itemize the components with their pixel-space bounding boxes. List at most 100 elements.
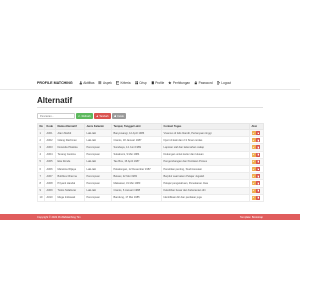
cell-nama: Tiolos Sidabutar: [55, 186, 85, 195]
nav-item-alternatif[interactable]: Aktifitas: [79, 81, 94, 85]
table-row[interactable]: 9 A009 Tiolos Sidabutar Laki-laki Ciamis, 6 …: [37, 186, 264, 195]
cell-aksi: [249, 164, 264, 174]
cell-nama: Alam Mahdi: [55, 128, 85, 138]
cell-nama: Gilang Rachman: [55, 136, 85, 145]
print-icon: [113, 114, 116, 117]
edit-button[interactable]: [251, 152, 256, 157]
table-row[interactable]: 7 A007 Bubbles Dharma Perempuan Bekasi, 22 M…: [37, 172, 264, 181]
nav-label-profile: Profile: [155, 81, 165, 85]
row-actions: [251, 167, 262, 172]
edit-button[interactable]: [251, 188, 256, 193]
nav-item-kriteria[interactable]: Kriteria: [115, 81, 131, 85]
edit-button[interactable]: [251, 181, 256, 186]
cell-ttl: Sukabumi, 9 Mei 1984: [111, 150, 162, 159]
delete-button[interactable]: [256, 145, 261, 150]
refresh-button[interactable]: Refresh: [76, 113, 93, 119]
lock-icon: [194, 81, 197, 85]
edit-button[interactable]: [251, 174, 256, 179]
plus-icon: [95, 114, 99, 118]
cell-contact: Penelitian penting, Studi Asosiasi: [161, 164, 250, 174]
edit-button[interactable]: [251, 138, 256, 143]
nav-item-crisp[interactable]: Crisp: [134, 81, 147, 85]
cell-nama: Dewinda Pitaloka: [55, 143, 85, 152]
cell-jenis-kelamin: Laki-laki: [84, 128, 112, 138]
search-input[interactable]: [37, 113, 75, 119]
edit-button[interactable]: [251, 145, 256, 150]
refresh-icon: [78, 114, 81, 117]
delete-button[interactable]: [256, 152, 261, 157]
table-row[interactable]: 4 A004 Tenang Gustina Perempuan Sukabumi, 9 …: [37, 150, 264, 159]
nav-label-perhitungan: Perhitungan: [172, 81, 191, 85]
nav-item-aspek[interactable]: Aspek: [98, 81, 112, 85]
delete-button[interactable]: [256, 138, 261, 143]
nav-label-kriteria: Kriteria: [120, 81, 131, 85]
edit-button[interactable]: [251, 159, 256, 164]
table-row[interactable]: 1 A001 Alam Mahdi Laki-laki Banyuwangi, 12 A…: [37, 128, 264, 138]
delete-button[interactable]: [256, 188, 261, 193]
table-row[interactable]: 5 A005 Eka Ronde Laki-laki Tae Bos, 15 April…: [37, 157, 264, 166]
edit-button[interactable]: [251, 167, 256, 172]
pencil-icon: [252, 153, 255, 156]
row-actions: [251, 188, 262, 193]
table-row[interactable]: 6 A006 Maretina Wijaya Laki-laki Pekalongan,…: [37, 164, 264, 174]
nav-item-profile[interactable]: Profile: [151, 81, 165, 85]
cell-ttl: Surabaya, 14 Juni 1989: [111, 143, 162, 152]
cell-jenis-kelamin: Laki-laki: [84, 164, 112, 174]
add-label: Tambah: [99, 114, 109, 118]
grid-icon: [134, 81, 138, 85]
delete-button[interactable]: [256, 195, 261, 200]
cell-kode: A009: [44, 186, 56, 195]
cell-contact: Nyeri di kaki dan 2.3 Sinar cerdas: [161, 136, 250, 145]
table-row[interactable]: 3 A003 Dewinda Pitaloka Perempuan Surabaya, …: [37, 143, 264, 152]
pencil-icon: [252, 189, 255, 192]
nav-item-password[interactable]: Password: [194, 81, 213, 85]
footer-credit[interactable]: Template: Bootstrap: [240, 216, 263, 219]
cell-contact: Pelajar pengetahuan, Penekanan Jiwa: [161, 179, 250, 188]
add-button[interactable]: Tambah: [93, 113, 111, 119]
edit-button[interactable]: [251, 131, 256, 136]
delete-button[interactable]: [256, 167, 261, 172]
cell-ttl: Makassar, 31 Mei 1983: [111, 179, 162, 188]
nav-item-perhitungan[interactable]: Perhitungan: [168, 81, 190, 85]
edit-button[interactable]: [251, 195, 256, 200]
nav-item-logout[interactable]: Logout: [216, 81, 231, 85]
cell-no: 6: [37, 164, 45, 174]
cell-kode: A002: [44, 136, 56, 145]
nav-label-crisp: Crisp: [139, 81, 147, 85]
row-actions: [251, 195, 262, 200]
top-navbar: PROFILE MATCHING Aktifitas Aspek Kriteri…: [0, 77, 300, 90]
cell-ttl: Bekasi, 22 Mei 1983: [111, 172, 162, 181]
cell-contact: Dukungan untuk karier dan lulusan: [161, 150, 250, 159]
table-row[interactable]: 10 A010 Mega Indrawati Perempuan Bandung, 17…: [37, 193, 264, 202]
table-row[interactable]: 2 A002 Gilang Rachman Laki-laki Ciamis, 18 J…: [37, 136, 264, 145]
cell-ttl: Ciamis, 6 Januari 1988: [111, 186, 162, 195]
users-icon: [79, 81, 82, 85]
page-title: Alternatif: [37, 96, 73, 105]
footer: Copyright © 2022 ProfileMatching Tim Tem…: [0, 214, 300, 220]
main-content: Alternatif Refresh Tambah Cetak No Kode …: [37, 92, 264, 202]
cell-no: 2: [37, 136, 45, 145]
delete-button[interactable]: [256, 181, 261, 186]
cell-no: 1: [37, 128, 45, 138]
cell-nama: Mega Indrawati: [55, 193, 85, 202]
alternatif-table: No Kode Nama Alternatif Jenis Kelamin Te…: [37, 123, 264, 202]
cell-no: 4: [37, 150, 45, 159]
cell-aksi: [249, 157, 264, 166]
brand-title[interactable]: PROFILE MATCHING: [37, 81, 73, 85]
table-row[interactable]: 8 A008 Priyanti Handal Perempuan Makassar, 3…: [37, 179, 264, 188]
cell-ttl: Banyuwangi, 12 April 1986: [111, 128, 162, 138]
row-actions: [251, 159, 262, 164]
delete-button[interactable]: [256, 159, 261, 164]
row-actions: [251, 138, 262, 143]
pencil-icon: [252, 175, 255, 178]
cell-jenis-kelamin: Laki-laki: [84, 157, 112, 166]
title-divider: [37, 107, 263, 108]
print-button[interactable]: Cetak: [111, 113, 126, 119]
trash-icon: [257, 139, 260, 142]
nav-label-aspek: Aspek: [103, 81, 112, 85]
delete-button[interactable]: [256, 131, 261, 136]
cell-nama: Bubbles Dharma: [55, 172, 85, 181]
delete-button[interactable]: [256, 174, 261, 179]
cell-nama: Tenang Gustina: [55, 150, 85, 159]
refresh-label: Refresh: [81, 114, 91, 118]
